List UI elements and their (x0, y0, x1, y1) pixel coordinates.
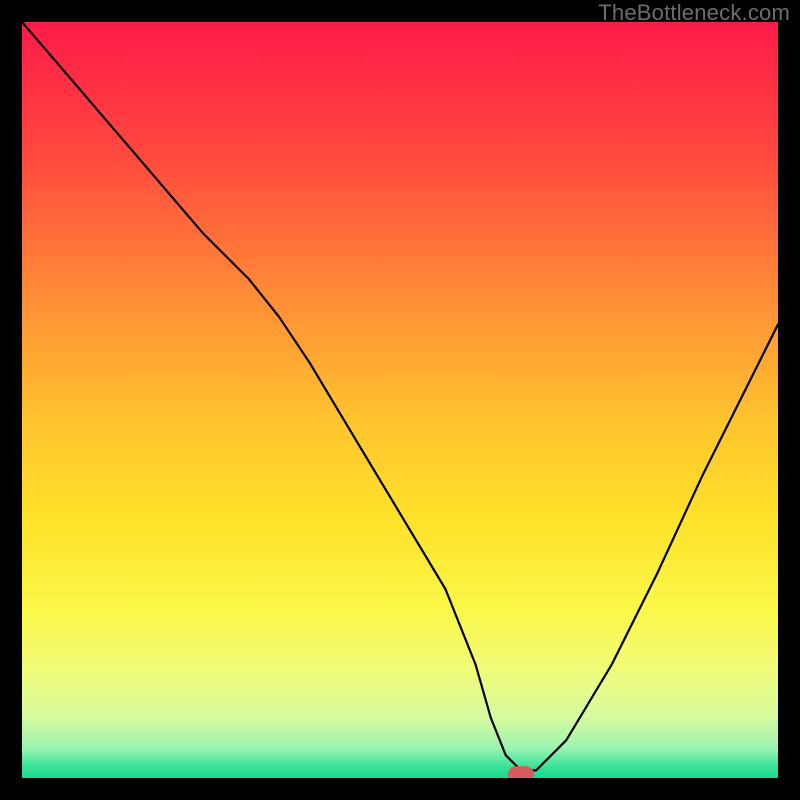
gradient-background (22, 22, 778, 778)
chart-frame: TheBottleneck.com (0, 0, 800, 800)
chart-svg (22, 22, 778, 778)
plot-area (22, 22, 778, 778)
optimum-marker (508, 766, 534, 778)
